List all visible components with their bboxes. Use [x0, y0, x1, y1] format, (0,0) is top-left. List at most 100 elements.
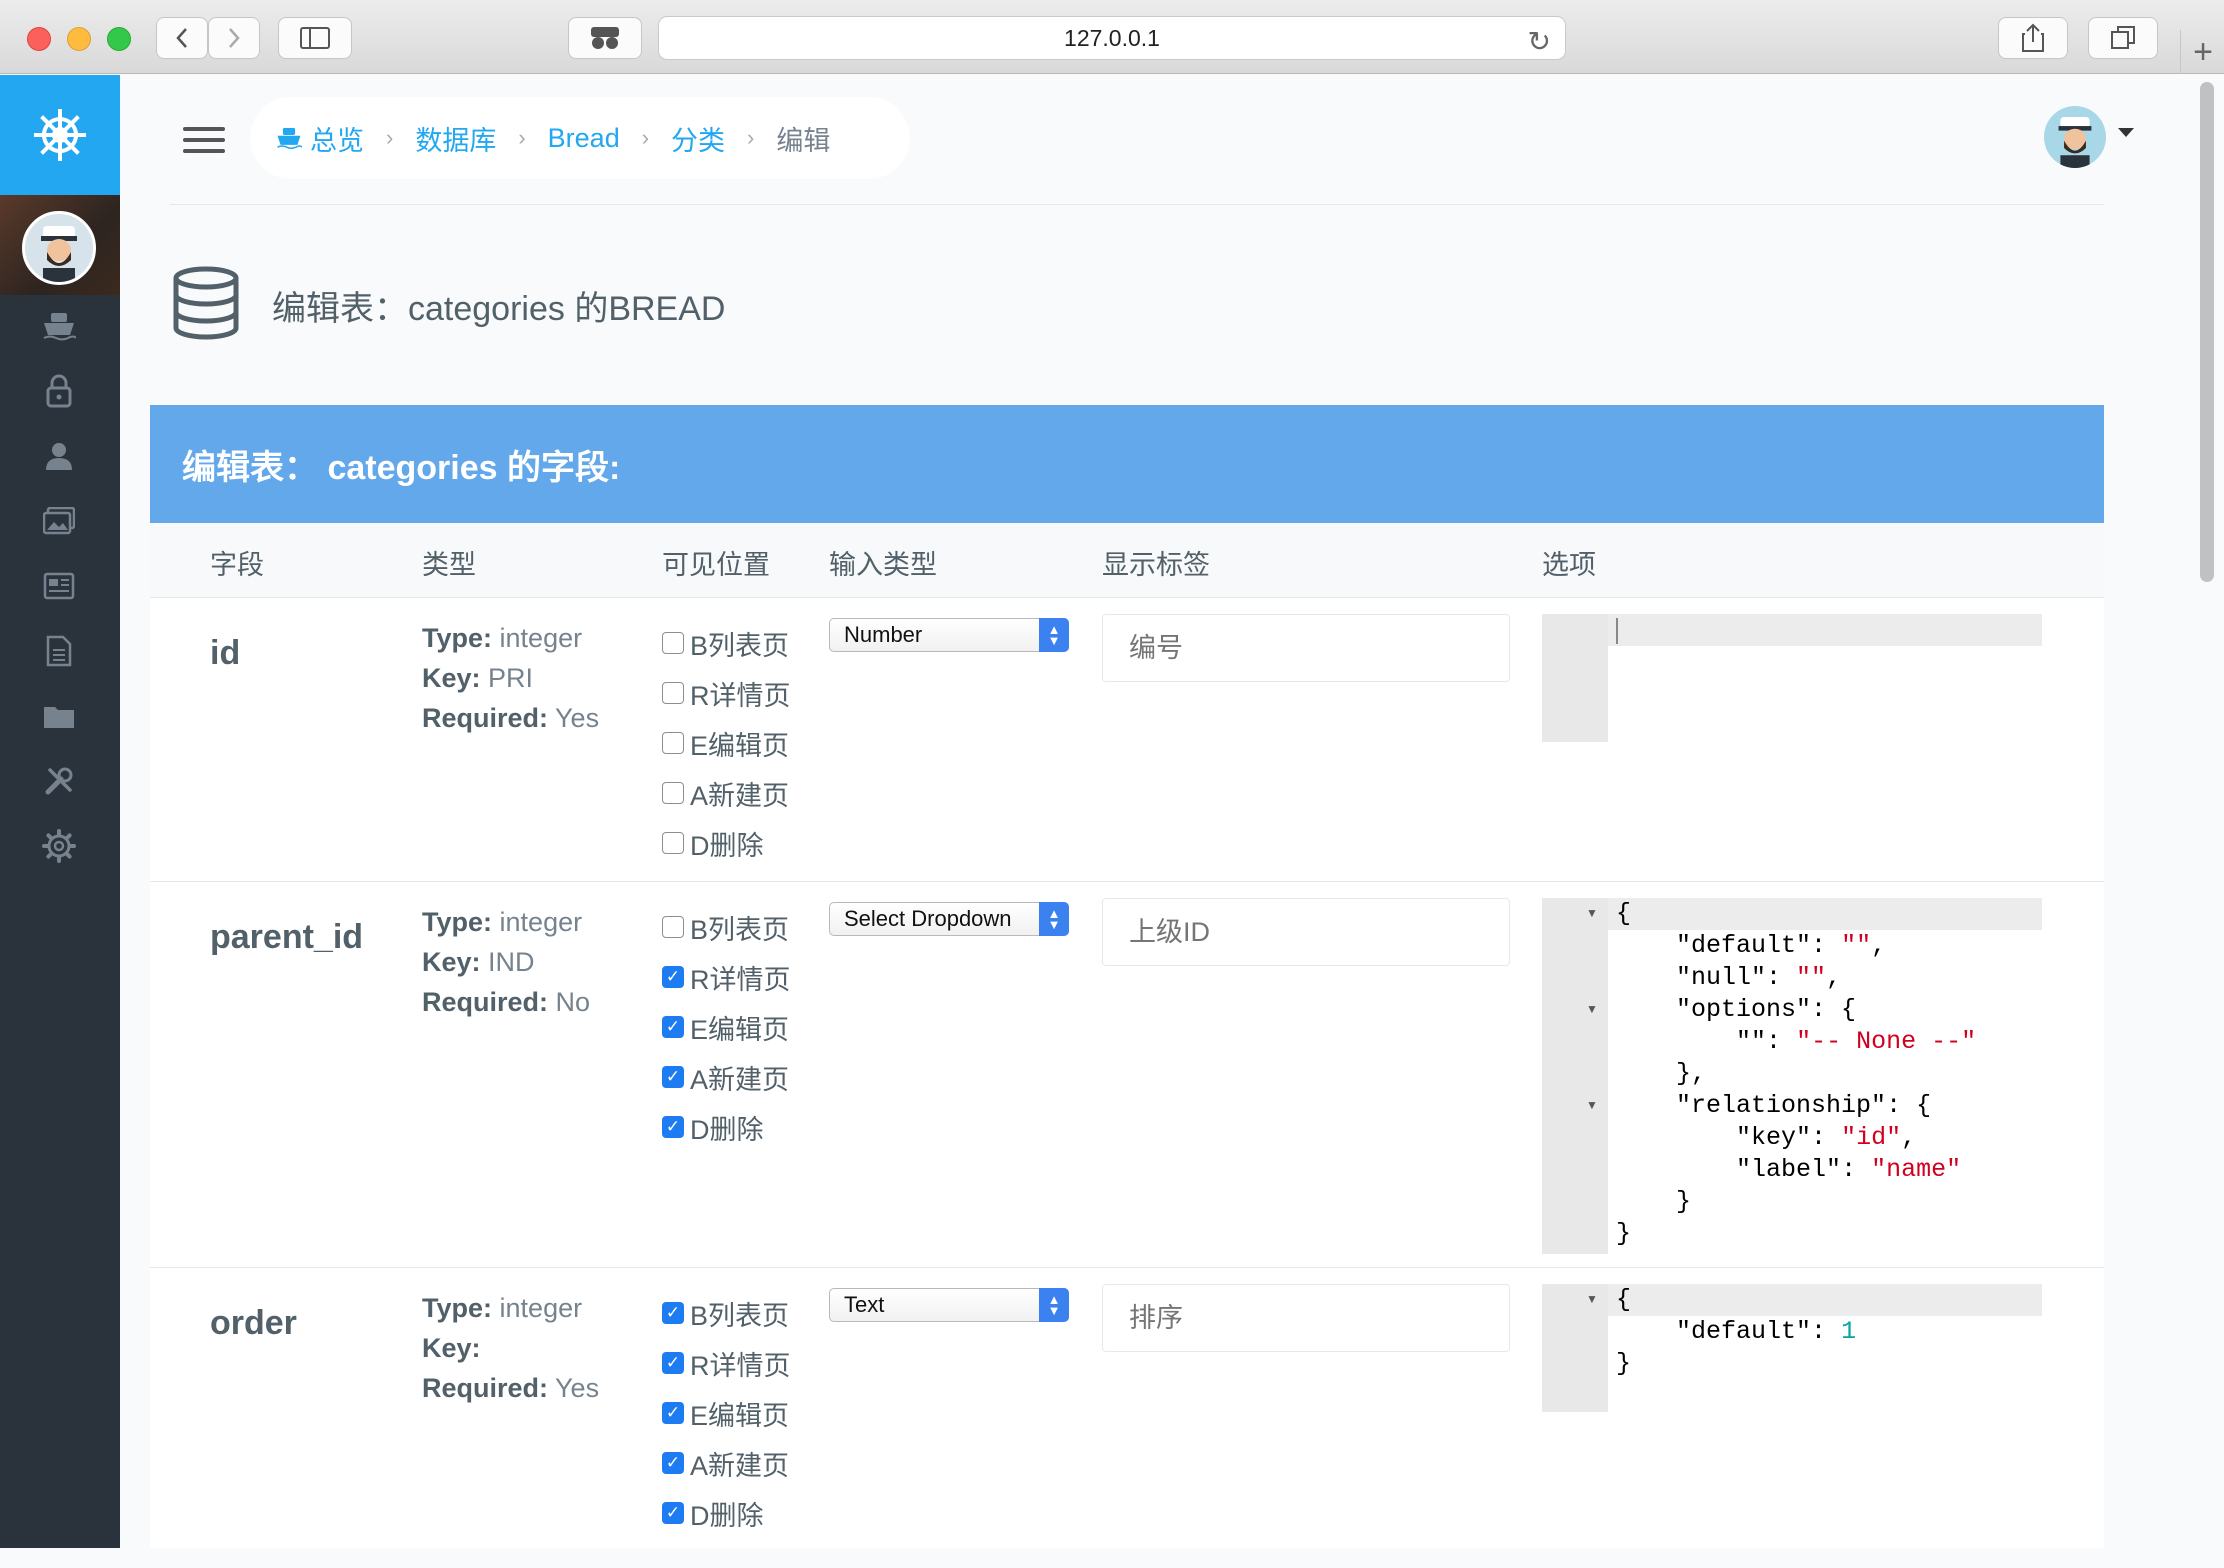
- required-value: No: [555, 987, 591, 1017]
- app-logo[interactable]: [0, 75, 120, 195]
- checkbox-unchecked[interactable]: [662, 682, 684, 704]
- reload-icon[interactable]: ↻: [1528, 25, 1551, 58]
- sidebar-item-roles[interactable]: [40, 372, 78, 410]
- checkbox-unchecked[interactable]: [662, 782, 684, 804]
- breadcrumb-database[interactable]: 数据库: [415, 119, 496, 158]
- checkbox-checked[interactable]: ✓: [662, 1352, 684, 1374]
- checkbox-label: E编辑页: [690, 730, 790, 761]
- browser-toolbar: 127.0.0.1 ↻ +: [0, 0, 2224, 74]
- sidebar-profile[interactable]: [0, 195, 120, 295]
- checkbox-label: B列表页: [690, 1300, 790, 1331]
- private-browsing-button[interactable]: [568, 17, 642, 59]
- table-header: 字段 类型 可见位置 输入类型 显示标签 选项: [150, 523, 2104, 598]
- breadcrumb-separator: ›: [641, 125, 650, 150]
- display-label-input[interactable]: [1102, 1284, 1510, 1352]
- visibility-checkboxes: ✓ B列表页 ✓ R详情页 ✓ E编辑页 ✓ A新建页 ✓ D删除: [662, 1288, 791, 1538]
- checkbox-checked[interactable]: ✓: [662, 1066, 684, 1088]
- key-label: Key:: [422, 947, 481, 977]
- checkbox-label: R详情页: [690, 680, 791, 711]
- visibility-checkbox-item[interactable]: ✓ D删除: [662, 1102, 791, 1152]
- type-label: Type:: [422, 1293, 493, 1323]
- checkbox-checked[interactable]: ✓: [662, 1452, 684, 1474]
- breadcrumb-bread[interactable]: Bread: [548, 123, 620, 154]
- fold-arrow-icon[interactable]: ▼: [1586, 1002, 1598, 1016]
- hamburger-menu-button[interactable]: [183, 127, 225, 153]
- breadcrumb-dashboard[interactable]: 总览: [310, 119, 364, 158]
- sidebar-toggle-button[interactable]: [278, 17, 352, 59]
- checkbox-checked[interactable]: ✓: [662, 1402, 684, 1424]
- breadcrumb-separator: ›: [518, 125, 526, 150]
- fold-arrow-icon[interactable]: ▼: [1586, 1292, 1598, 1306]
- options-json-editor[interactable]: ▼ { "default": 1 }: [1542, 1284, 2042, 1412]
- sidebar-item-categories[interactable]: [40, 697, 78, 735]
- new-tab-button[interactable]: +: [2180, 30, 2224, 74]
- checkbox-checked[interactable]: ✓: [662, 1302, 684, 1324]
- options-json-editor[interactable]: ▼ ▼ ▼ { "default": "", "null": "", "opti…: [1542, 898, 2042, 1254]
- share-button[interactable]: [1998, 17, 2068, 59]
- visibility-checkbox-item[interactable]: B列表页: [662, 902, 791, 952]
- display-label-input[interactable]: [1102, 614, 1510, 682]
- address-bar[interactable]: 127.0.0.1 ↻: [658, 16, 1566, 60]
- user-menu-avatar[interactable]: [2044, 106, 2106, 168]
- input-type-select[interactable]: Text ▲ ▼: [829, 1288, 1069, 1322]
- input-type-select[interactable]: Number ▲ ▼: [829, 618, 1069, 652]
- checkbox-unchecked[interactable]: [662, 732, 684, 754]
- visibility-checkbox-item[interactable]: E编辑页: [662, 718, 791, 768]
- column-header-field: 字段: [210, 550, 264, 580]
- caret-down-icon[interactable]: [2118, 128, 2134, 137]
- visibility-checkbox-item[interactable]: ✓ E编辑页: [662, 1002, 791, 1052]
- user-icon: [46, 443, 72, 470]
- input-type-value: Number: [844, 622, 923, 647]
- checkbox-unchecked[interactable]: [662, 916, 684, 938]
- visibility-checkbox-item[interactable]: ✓ D删除: [662, 1488, 791, 1538]
- checkbox-checked[interactable]: ✓: [662, 1016, 684, 1038]
- breadcrumb-current: 编辑: [776, 125, 831, 156]
- visibility-checkbox-item[interactable]: A新建页: [662, 768, 791, 818]
- checkbox-checked[interactable]: ✓: [662, 966, 684, 988]
- sidebar-item-posts[interactable]: [40, 567, 78, 605]
- close-window-button[interactable]: [27, 27, 51, 51]
- visibility-checkbox-item[interactable]: ✓ E编辑页: [662, 1388, 791, 1438]
- editor-gutter: ▼ ▼ ▼: [1542, 898, 1608, 1254]
- chevron-right-icon: [229, 28, 240, 48]
- checkbox-label: A新建页: [690, 780, 790, 811]
- tabs-overview-button[interactable]: [2088, 17, 2158, 59]
- avatar[interactable]: [22, 211, 96, 285]
- forward-button[interactable]: [208, 17, 260, 59]
- sidebar-item-users[interactable]: [40, 437, 78, 475]
- type-value: integer: [499, 1293, 583, 1323]
- required-value: Yes: [555, 703, 600, 733]
- back-button[interactable]: [156, 17, 208, 59]
- sidebar-item-settings[interactable]: [40, 827, 78, 865]
- url-text: 127.0.0.1: [1064, 24, 1160, 51]
- input-type-select[interactable]: Select Dropdown ▲ ▼: [829, 902, 1069, 936]
- breadcrumb-categories[interactable]: 分类: [671, 119, 725, 158]
- visibility-checkbox-item[interactable]: ✓ R详情页: [662, 1338, 791, 1388]
- options-code: { "default": 1 }: [1616, 1285, 1857, 1378]
- visibility-checkbox-item[interactable]: ✓ A新建页: [662, 1438, 791, 1488]
- visibility-checkbox-item[interactable]: B列表页: [662, 618, 791, 668]
- display-label-input[interactable]: [1102, 898, 1510, 966]
- sidebar-item-pages[interactable]: [40, 632, 78, 670]
- visibility-checkbox-item[interactable]: D删除: [662, 818, 791, 868]
- visibility-checkbox-item[interactable]: ✓ R详情页: [662, 952, 791, 1002]
- fold-arrow-icon[interactable]: ▼: [1586, 906, 1598, 920]
- checkbox-unchecked[interactable]: [662, 632, 684, 654]
- lock-icon: [46, 374, 72, 408]
- type-label: Type:: [422, 907, 493, 937]
- visibility-checkbox-item[interactable]: R详情页: [662, 668, 791, 718]
- options-json-editor[interactable]: [1542, 614, 2042, 742]
- sidebar-item-tools[interactable]: [40, 762, 78, 800]
- checkbox-checked[interactable]: ✓: [662, 1502, 684, 1524]
- fold-arrow-icon[interactable]: ▼: [1586, 1098, 1598, 1112]
- minimize-window-button[interactable]: [67, 27, 91, 51]
- page-scrollbar[interactable]: [2200, 82, 2214, 582]
- visibility-checkbox-item[interactable]: ✓ A新建页: [662, 1052, 791, 1102]
- zoom-window-button[interactable]: [107, 27, 131, 51]
- visibility-checkbox-item[interactable]: ✓ B列表页: [662, 1288, 791, 1338]
- sidebar-item-dashboard[interactable]: [40, 307, 78, 345]
- sidebar-item-media[interactable]: [40, 502, 78, 540]
- select-arrows-icon: ▲ ▼: [1039, 1288, 1069, 1322]
- checkbox-checked[interactable]: ✓: [662, 1116, 684, 1138]
- checkbox-unchecked[interactable]: [662, 832, 684, 854]
